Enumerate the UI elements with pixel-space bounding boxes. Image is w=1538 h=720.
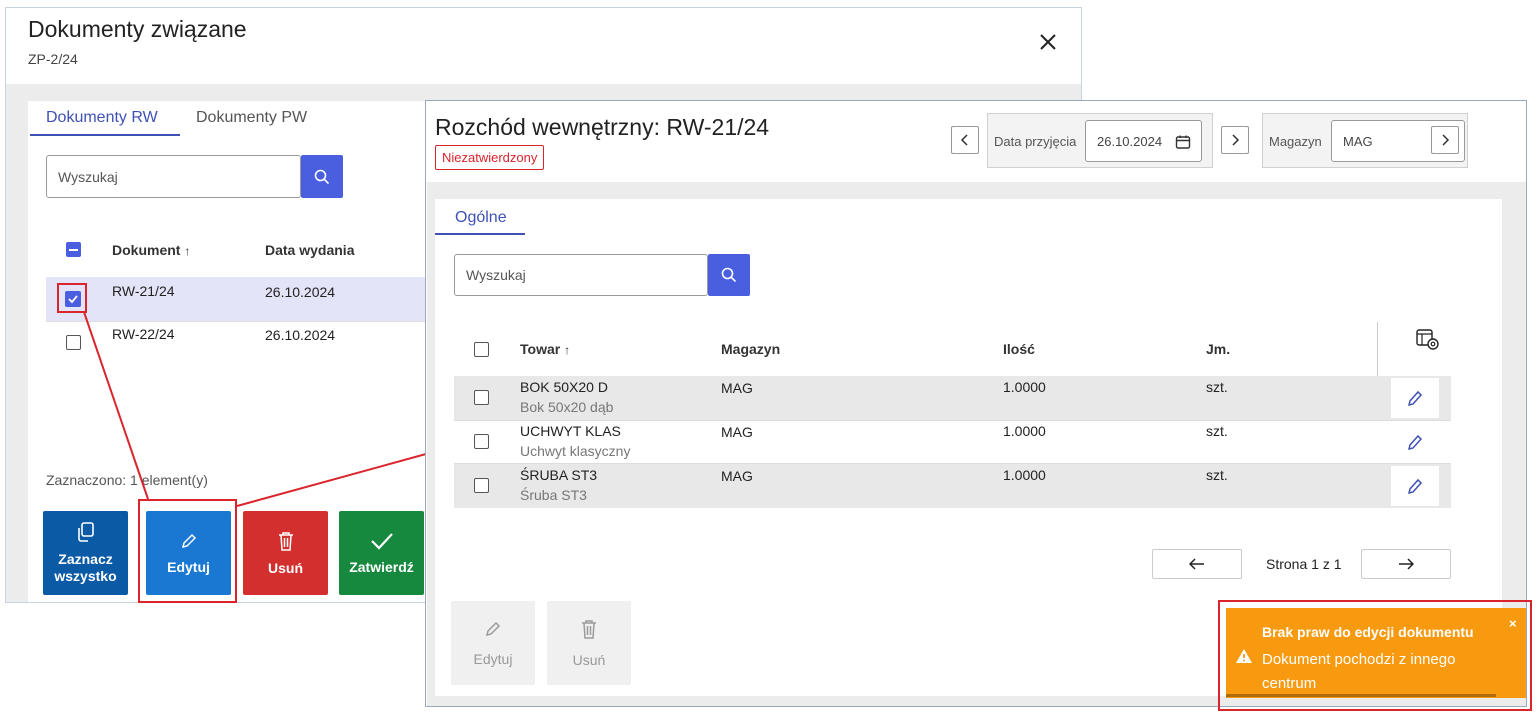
status-badge: Niezatwierdzony [435, 145, 545, 170]
row-edit-button[interactable] [1391, 378, 1439, 418]
pagination-label: Strona 1 z 1 [1266, 556, 1342, 572]
edit-button-disabled[interactable]: Edytuj [451, 601, 535, 685]
pencil-icon [1407, 434, 1423, 451]
row-checkbox[interactable] [474, 390, 489, 405]
row-checkbox[interactable] [474, 478, 489, 493]
cell-item-name: Uchwyt klasyczny [520, 443, 631, 459]
pencil-icon [1407, 478, 1423, 495]
toast-title: Brak praw do edycji dokumentu [1262, 624, 1474, 640]
pencil-icon [1407, 390, 1423, 407]
toast-progress-bar [1226, 694, 1496, 697]
arrow-right-icon [1399, 558, 1414, 570]
date-field-group: Data przyjęcia 26.10.2024 [987, 113, 1213, 168]
pencil-icon [485, 621, 501, 637]
search-button[interactable] [708, 254, 750, 296]
warehouse-select-button[interactable] [1431, 126, 1459, 154]
date-value: 26.10.2024 [1097, 133, 1163, 149]
toast-message: Dokument pochodzi z innego centrum [1262, 651, 1456, 692]
cell-item-name: Bok 50x20 dąb [520, 399, 614, 415]
date-input[interactable]: 26.10.2024 [1085, 120, 1202, 162]
warehouse-label: Magazyn [1269, 134, 1322, 149]
toast-close-button[interactable]: × [1509, 616, 1517, 631]
select-all-checkbox[interactable] [474, 342, 489, 357]
arrow-left-icon [1189, 558, 1204, 570]
search-input[interactable]: Wyszukaj [454, 254, 708, 296]
prev-page-button[interactable] [1152, 549, 1242, 579]
chevron-left-icon [960, 134, 968, 146]
cell-warehouse: MAG [721, 424, 753, 440]
chevron-right-icon [1232, 134, 1240, 146]
cell-unit: szt. [1206, 467, 1228, 483]
cell-item-code: ŚRUBA ST3 [520, 467, 598, 483]
warning-icon [1235, 648, 1253, 669]
cell-warehouse: MAG [721, 468, 753, 484]
cell-warehouse: MAG [721, 380, 753, 396]
delete-label: Usuń [572, 652, 606, 668]
trash-icon [582, 620, 596, 639]
chevron-right-icon [1442, 134, 1450, 146]
cell-quantity: 1.0000 [1003, 379, 1046, 395]
row-edit-button[interactable] [1391, 422, 1439, 462]
next-page-button[interactable] [1361, 549, 1451, 579]
search-icon [721, 267, 737, 283]
calendar-icon[interactable] [1175, 134, 1191, 150]
sort-arrow-icon: ↑ [564, 343, 571, 357]
cell-quantity: 1.0000 [1003, 467, 1046, 483]
edit-label: Edytuj [473, 651, 513, 667]
cell-quantity: 1.0000 [1003, 423, 1046, 439]
column-header-unit[interactable]: Jm. [1206, 341, 1230, 357]
cell-unit: szt. [1206, 423, 1228, 439]
cell-item-code: UCHWYT KLAS [520, 423, 621, 439]
date-label: Data przyjęcia [994, 134, 1077, 149]
row-edit-button[interactable] [1391, 466, 1439, 506]
cell-item-name: Śruba ST3 [520, 487, 587, 503]
warehouse-value: MAG [1343, 133, 1373, 149]
table-row[interactable] [454, 464, 1451, 508]
next-date-button[interactable] [1221, 126, 1249, 154]
cell-item-code: BOK 50X20 D [520, 379, 608, 395]
tab-general[interactable]: Ogólne [455, 209, 507, 227]
prev-date-button[interactable] [951, 126, 979, 154]
warehouse-field-group: Magazyn MAG [1262, 113, 1468, 168]
row-checkbox[interactable] [474, 434, 489, 449]
active-tab-indicator [435, 233, 525, 235]
column-header-warehouse[interactable]: Magazyn [721, 341, 780, 357]
column-header-item[interactable]: Towar ↑ [520, 341, 570, 357]
delete-button-disabled[interactable]: Usuń [547, 601, 631, 685]
error-toast: Brak praw do edycji dokumentu Dokument p… [1226, 608, 1526, 698]
column-settings-icon[interactable] [1416, 329, 1440, 356]
cell-unit: szt. [1206, 379, 1228, 395]
column-header-quantity[interactable]: Ilość [1003, 341, 1035, 357]
window-title: Rozchód wewnętrzny: RW-21/24 [435, 114, 770, 140]
